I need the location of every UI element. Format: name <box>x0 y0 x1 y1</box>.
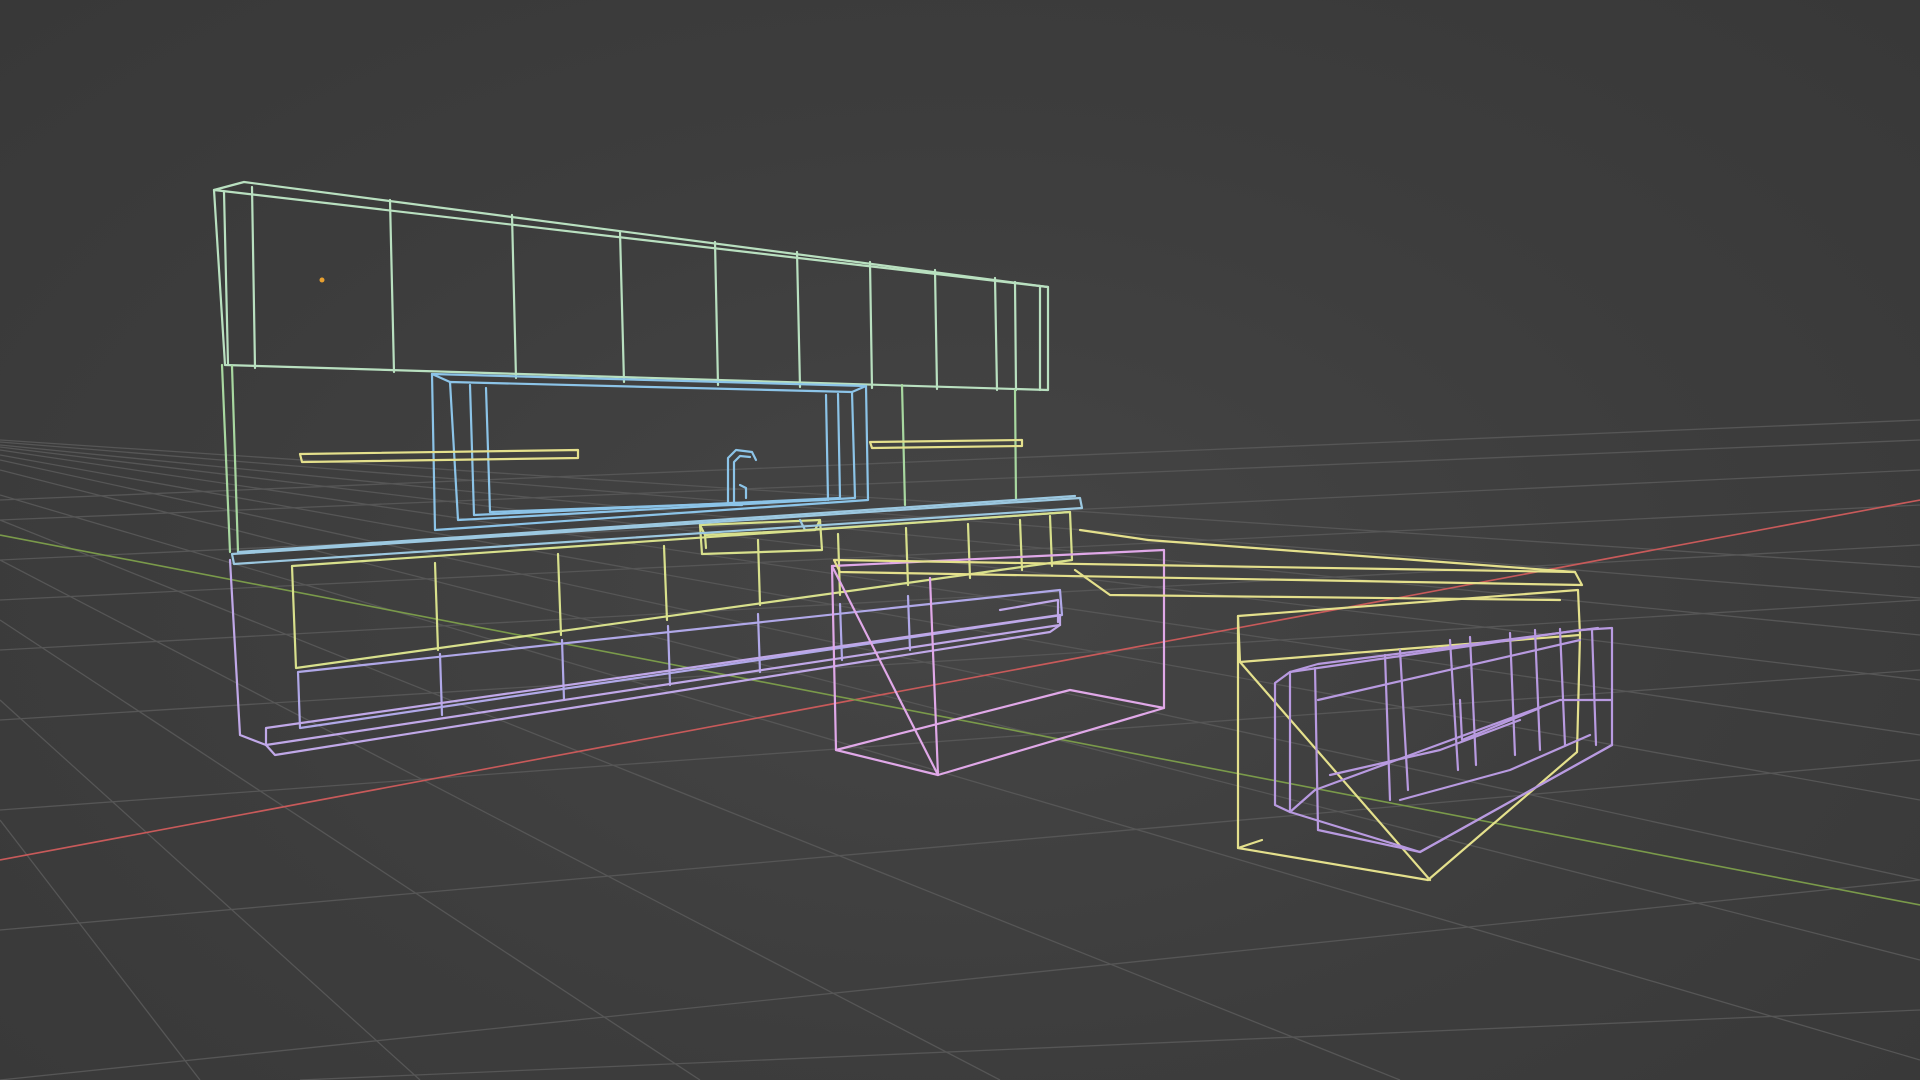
y-axis-line <box>0 534 1920 906</box>
side-cabinet[interactable] <box>830 548 1166 777</box>
left-shelf[interactable] <box>298 448 580 464</box>
wireframe-scene[interactable] <box>0 0 1920 1080</box>
island-inner[interactable] <box>1273 626 1614 854</box>
wall-cabinets[interactable] <box>212 180 1050 392</box>
origin-marker[interactable] <box>319 277 325 283</box>
faucet[interactable] <box>718 448 758 507</box>
3d-viewport[interactable] <box>0 0 1920 1080</box>
right-shelf[interactable] <box>868 438 1024 450</box>
x-axis-line <box>0 499 1920 861</box>
